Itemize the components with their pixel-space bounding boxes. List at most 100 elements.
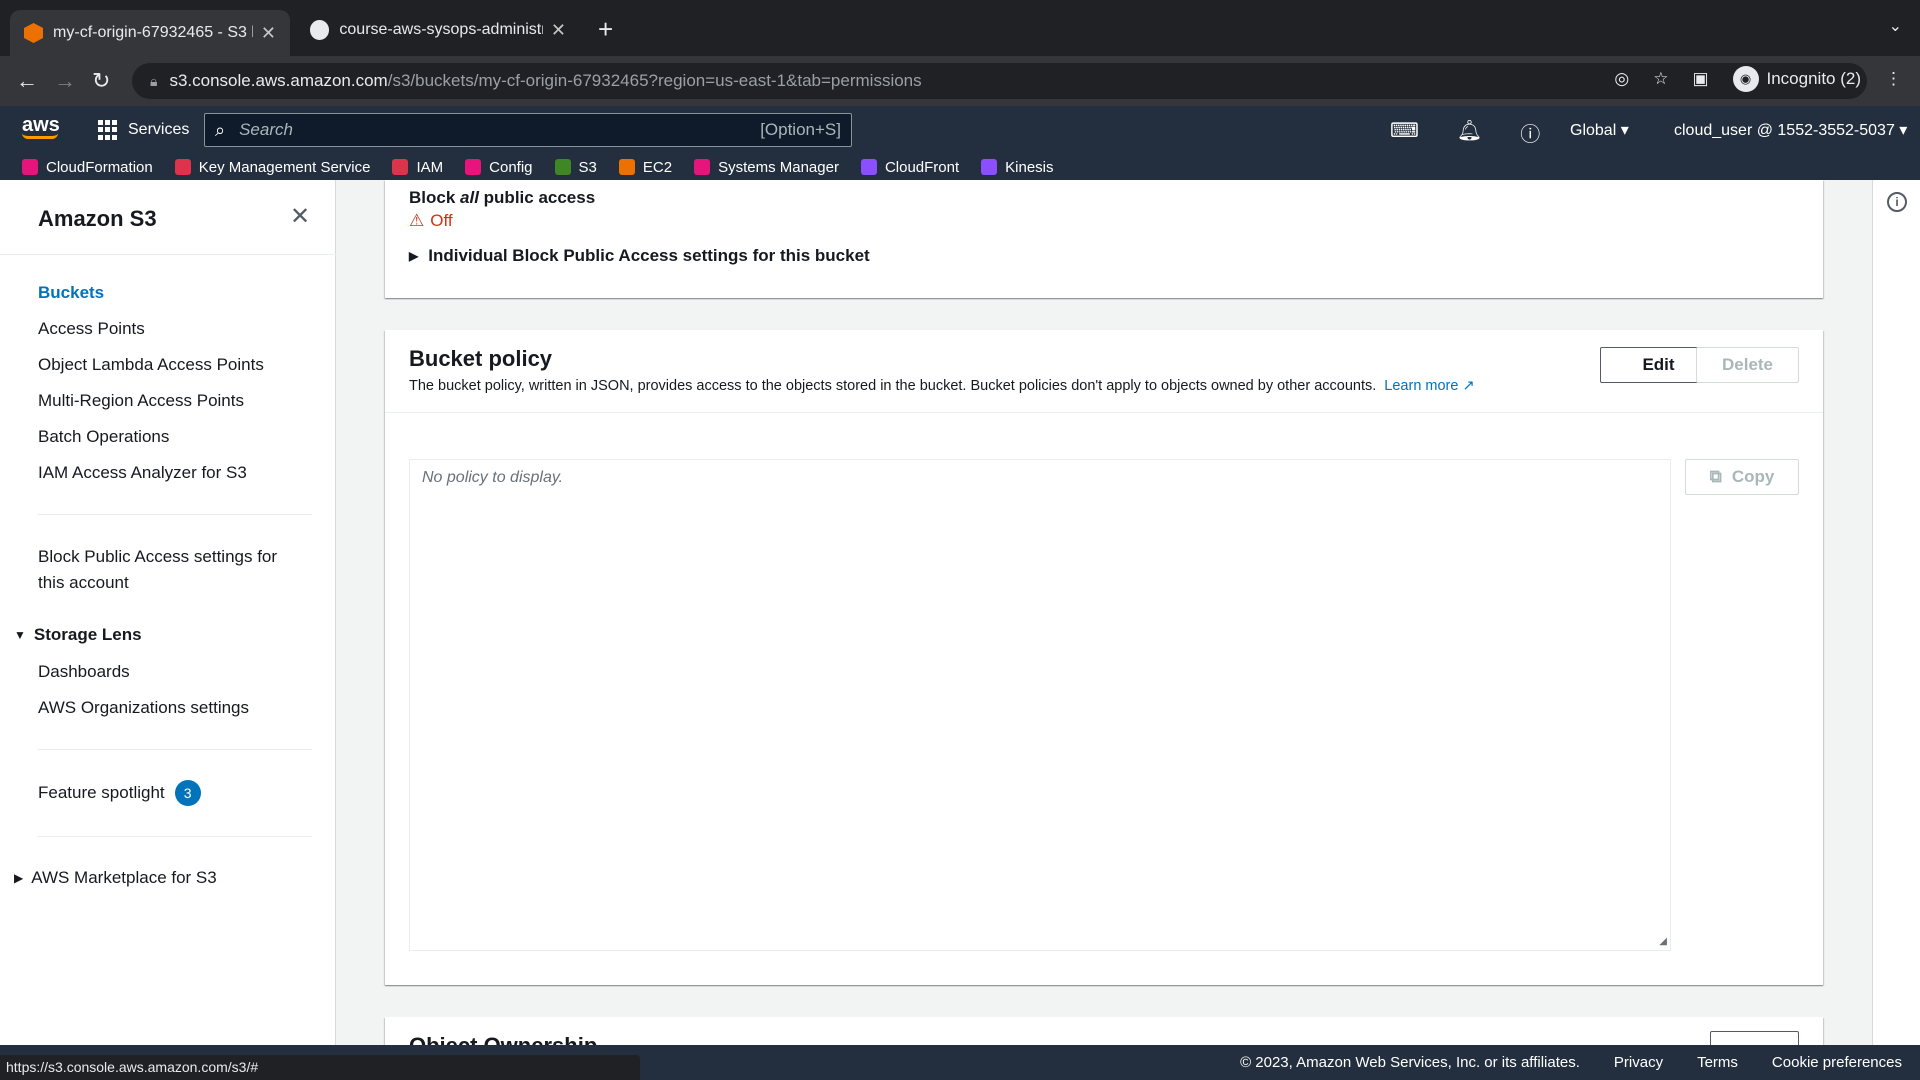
expander-label: Individual Block Public Access settings … bbox=[428, 246, 870, 265]
browser-toolbar: ← → ↻ 🔒︎ s3.console.aws.amazon.com /s3/b… bbox=[0, 56, 1920, 106]
bell-icon[interactable]: 🔔︎ bbox=[1457, 118, 1482, 147]
caret-right-icon: ▶ bbox=[14, 871, 24, 885]
address-bar[interactable]: 🔒︎ s3.console.aws.amazon.com /s3/buckets… bbox=[132, 63, 1867, 99]
delete-button[interactable]: Delete bbox=[1696, 347, 1799, 383]
account-menu[interactable]: cloud_user @ 1552-3552-5037 ▾ bbox=[1674, 120, 1907, 140]
reload-icon[interactable]: ↻ bbox=[92, 68, 110, 94]
favorites-bar: CloudFormation Key Management Service IA… bbox=[0, 154, 1920, 180]
sidebar-item-buckets[interactable]: Buckets bbox=[38, 283, 104, 303]
sidebar-item-dashboards[interactable]: Dashboards bbox=[38, 662, 130, 682]
sidebar-item-organizations-settings[interactable]: AWS Organizations settings bbox=[38, 698, 249, 718]
sidebar-item-feature-spotlight[interactable]: Feature spotlight 3 bbox=[38, 780, 201, 806]
aws-logo[interactable]: aws bbox=[22, 114, 60, 139]
resize-grip-icon[interactable]: ◢ bbox=[1659, 936, 1667, 947]
favorite-kinesis[interactable]: Kinesis bbox=[981, 159, 1054, 176]
edit-ownership-button[interactable] bbox=[1710, 1031, 1799, 1045]
region-selector[interactable]: Global ▾ bbox=[1570, 120, 1629, 140]
url-path: /s3/buckets/my-cf-origin-67932465?region… bbox=[387, 71, 922, 90]
learn-more-link[interactable]: Learn more ↗ bbox=[1384, 378, 1474, 394]
tab-title: course-aws-sysops-administra bbox=[339, 21, 543, 38]
kms-icon bbox=[174, 159, 191, 175]
individual-settings-expander[interactable]: ▶ Individual Block Public Access setting… bbox=[409, 246, 870, 266]
s3-icon bbox=[554, 159, 571, 175]
kebab-menu-icon[interactable]: ⋮ bbox=[1885, 69, 1902, 89]
profile-button[interactable]: ◉ Incognito (2) bbox=[1732, 66, 1862, 92]
terms-link[interactable]: Terms bbox=[1697, 1054, 1738, 1071]
section-label: AWS Marketplace for S3 bbox=[31, 868, 217, 887]
favorite-ec2[interactable]: EC2 bbox=[618, 158, 673, 176]
grid-icon bbox=[98, 120, 118, 140]
browser-tab-s3[interactable]: my-cf-origin-67932465 - S3 b ✕ bbox=[10, 10, 290, 56]
sidebar-section-marketplace[interactable]: ▶ AWS Marketplace for S3 bbox=[14, 868, 217, 888]
favorite-iam[interactable]: IAM bbox=[392, 159, 443, 176]
info-icon[interactable]: i bbox=[1887, 192, 1907, 212]
help-icon[interactable]: ⓘ bbox=[1520, 118, 1540, 147]
favorite-s3[interactable]: S3 bbox=[554, 158, 597, 176]
lock-icon: 🔒︎ bbox=[150, 72, 158, 89]
favorite-config[interactable]: Config bbox=[465, 158, 533, 176]
sidebar-section-storage-lens[interactable]: ▼ Storage Lens bbox=[14, 625, 142, 645]
cookie-preferences-link[interactable]: Cookie preferences bbox=[1772, 1054, 1902, 1071]
sidebar-item-batch-operations[interactable]: Batch Operations bbox=[38, 427, 169, 447]
search-placeholder: Search bbox=[239, 120, 293, 139]
side-panel-icon[interactable]: ▣ bbox=[1692, 69, 1708, 89]
button-label: Copy bbox=[1731, 467, 1775, 486]
back-arrow-icon[interactable]: ← bbox=[16, 68, 38, 94]
aws-top-nav: aws Services ⌕ Search [Option+S] ⌨ 🔔︎ ⓘ … bbox=[0, 106, 1920, 154]
privacy-link[interactable]: Privacy bbox=[1614, 1054, 1663, 1071]
sidebar-item-object-lambda-access-points[interactable]: Object Lambda Access Points bbox=[38, 355, 264, 375]
block-public-access-title: Block all public access bbox=[409, 188, 595, 208]
info-panel-rail: i bbox=[1872, 180, 1920, 1045]
services-menu-button[interactable]: Services bbox=[98, 120, 189, 140]
close-icon[interactable]: ✕ bbox=[261, 23, 276, 44]
search-icon: ⌕ bbox=[215, 119, 226, 140]
favorite-kms[interactable]: Key Management Service bbox=[174, 159, 370, 176]
eye-off-icon[interactable]: ◎ bbox=[1614, 69, 1629, 89]
copy-icon: ⧉ bbox=[1709, 467, 1722, 486]
bucket-policy-panel: Bucket policy The bucket policy, written… bbox=[385, 330, 1823, 985]
nav-icons: ⌨ 🔔︎ ⓘ bbox=[1390, 118, 1540, 147]
tab-search-chevron-icon[interactable]: ⌄ bbox=[1889, 16, 1902, 36]
description-text: The bucket policy, written in JSON, prov… bbox=[409, 378, 1377, 394]
policy-editor[interactable]: No policy to display. ◢ bbox=[409, 459, 1671, 951]
iam-icon bbox=[392, 159, 409, 175]
github-favicon-icon bbox=[310, 20, 330, 40]
close-icon[interactable]: ✕ bbox=[290, 202, 310, 231]
title-part: public access bbox=[478, 188, 596, 207]
favorite-label: EC2 bbox=[642, 158, 673, 176]
sidebar-item-access-points[interactable]: Access Points bbox=[38, 319, 145, 339]
bucket-policy-title: Bucket policy bbox=[409, 346, 553, 371]
footer-links: © 2023, Amazon Web Services, Inc. or its… bbox=[1240, 1054, 1902, 1071]
star-icon[interactable]: ☆ bbox=[1653, 69, 1668, 89]
cloudshell-icon[interactable]: ⌨ bbox=[1390, 118, 1419, 147]
sidebar-item-block-public-access[interactable]: Block Public Access settings for this ac… bbox=[38, 547, 277, 593]
copyright-text: © 2023, Amazon Web Services, Inc. or its… bbox=[1240, 1054, 1580, 1071]
caret-right-icon: ▶ bbox=[409, 249, 419, 263]
close-icon[interactable]: ✕ bbox=[551, 20, 566, 41]
link-text: Learn more bbox=[1384, 378, 1459, 394]
external-link-icon: ↗ bbox=[1462, 378, 1475, 394]
favorite-label: S3 bbox=[578, 158, 597, 176]
favorite-label: CloudFront bbox=[884, 158, 960, 176]
url-host: s3.console.aws.amazon.com bbox=[169, 71, 388, 90]
new-tab-icon[interactable]: + bbox=[598, 14, 613, 45]
sidebar-item-multi-region-access-points[interactable]: Multi-Region Access Points bbox=[38, 391, 244, 411]
copy-button[interactable]: ⧉ Copy bbox=[1685, 459, 1799, 495]
aws-s3-favicon-icon bbox=[24, 23, 44, 43]
cloudfront-icon bbox=[860, 159, 877, 175]
s3-sidebar: Amazon S3 ✕ Buckets Access Points Object… bbox=[0, 180, 336, 1045]
profile-label: Incognito (2) bbox=[1766, 69, 1862, 88]
favorite-cloudfront[interactable]: CloudFront bbox=[860, 158, 960, 176]
favorite-systems-manager[interactable]: Systems Manager bbox=[694, 159, 839, 176]
browser-tab-github[interactable]: course-aws-sysops-administra ✕ bbox=[296, 12, 580, 48]
sidebar-item-label: Block Public Access settings for bbox=[38, 547, 278, 566]
search-input[interactable]: ⌕ Search [Option+S] bbox=[204, 113, 852, 147]
sidebar-item-iam-access-analyzer[interactable]: IAM Access Analyzer for S3 bbox=[38, 463, 247, 483]
divider bbox=[385, 412, 1823, 413]
warning-icon: ⚠ bbox=[409, 211, 425, 230]
tab-title: my-cf-origin-67932465 - S3 b bbox=[53, 24, 253, 41]
favorite-cloudformation[interactable]: CloudFormation bbox=[22, 159, 153, 176]
forward-arrow-icon[interactable]: → bbox=[54, 68, 76, 94]
sidebar-title[interactable]: Amazon S3 bbox=[38, 206, 157, 232]
favorite-label: Config bbox=[489, 158, 533, 176]
